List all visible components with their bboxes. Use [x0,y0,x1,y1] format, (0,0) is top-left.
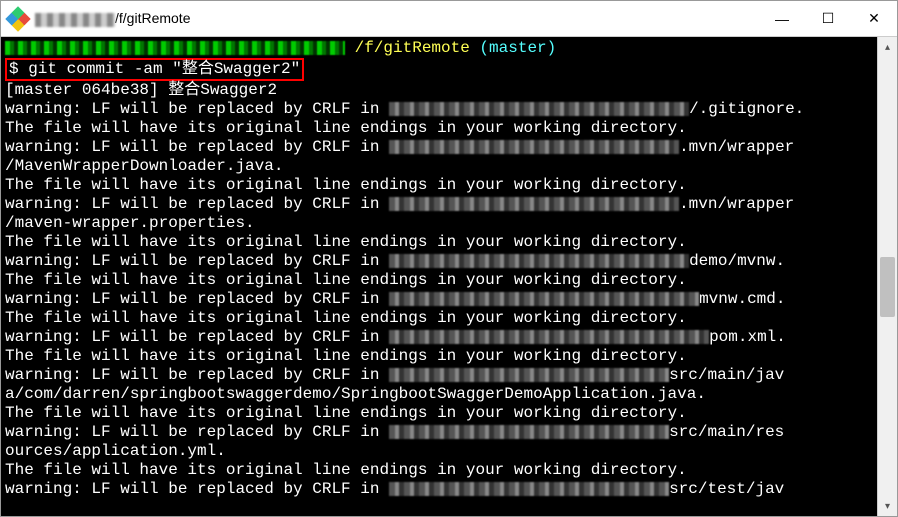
minimize-button[interactable]: — [759,1,805,36]
close-button[interactable]: ✕ [851,1,897,36]
warn-line: warning: LF will be replaced by CRLF in … [5,138,794,156]
scroll-up-arrow[interactable]: ▴ [878,37,897,57]
highlighted-command: $ git commit -am "整合Swagger2" [5,58,304,81]
redacted-path [389,482,669,496]
redacted-path [389,197,679,211]
redacted-prompt-user [5,41,345,55]
redacted-title-prefix [35,13,115,27]
commit-result: [master 064be38] 整合Swagger2 [5,81,277,99]
path-continuation: a/com/darren/springbootswaggerdemo/Sprin… [5,385,706,403]
terminal-output[interactable]: /f/gitRemote (master) $ git commit -am "… [1,37,877,516]
warn-line: warning: LF will be replaced by CRLF in … [5,328,786,346]
file-line: The file will have its original line end… [5,176,687,194]
scroll-thumb[interactable] [880,257,895,317]
redacted-path [389,330,709,344]
redacted-path [389,425,669,439]
file-line: The file will have its original line end… [5,271,687,289]
path-continuation: /MavenWrapperDownloader.java. [5,157,283,175]
title-path: /f/gitRemote [115,10,190,26]
redacted-path [389,292,699,306]
prompt-path: /f/gitRemote [345,39,470,57]
prompt-branch: (master) [470,39,556,57]
redacted-path [389,140,679,154]
file-line: The file will have its original line end… [5,404,687,422]
file-line: The file will have its original line end… [5,233,687,251]
warn-line: warning: LF will be replaced by CRLF in … [5,480,784,498]
prompt-dollar: $ [9,60,28,78]
window-controls: — ☐ ✕ [759,1,897,36]
app-icon [5,6,30,31]
vertical-scrollbar[interactable]: ▴ ▾ [877,37,897,516]
warn-line: warning: LF will be replaced by CRLF in … [5,423,784,441]
redacted-path [389,368,669,382]
path-continuation: /maven-wrapper.properties. [5,214,255,232]
file-line: The file will have its original line end… [5,347,687,365]
path-continuation: ources/application.yml. [5,442,226,460]
warn-line: warning: LF will be replaced by CRLF in … [5,290,785,308]
titlebar[interactable]: /f/gitRemote — ☐ ✕ [1,1,897,37]
scroll-down-arrow[interactable]: ▾ [878,496,897,516]
redacted-path [389,254,689,268]
file-line: The file will have its original line end… [5,309,687,327]
terminal-window: /f/gitRemote — ☐ ✕ /f/gitRemote (master)… [0,0,898,517]
scroll-track[interactable] [878,57,897,496]
warn-line: warning: LF will be replaced by CRLF in … [5,195,794,213]
warn-line: warning: LF will be replaced by CRLF in … [5,366,784,384]
maximize-button[interactable]: ☐ [805,1,851,36]
command-text: git commit -am "整合Swagger2" [28,60,300,78]
window-title: /f/gitRemote [35,10,759,26]
file-line: The file will have its original line end… [5,119,687,137]
warn-line: warning: LF will be replaced by CRLF in … [5,252,785,270]
file-line: The file will have its original line end… [5,461,687,479]
warn-line: warning: LF will be replaced by CRLF in … [5,100,804,118]
redacted-path [389,102,689,116]
terminal-area: /f/gitRemote (master) $ git commit -am "… [1,37,897,516]
